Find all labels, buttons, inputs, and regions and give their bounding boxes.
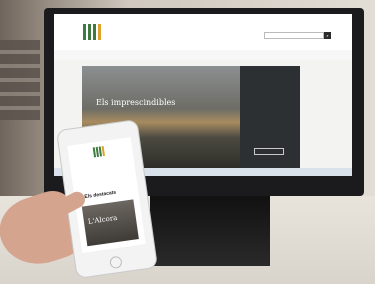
home-button[interactable] (109, 255, 123, 270)
hero-title: Els imprescindibles (96, 98, 176, 107)
monitor-stand (150, 196, 270, 266)
site-navigation (54, 50, 352, 60)
background-stairs (0, 40, 40, 120)
phone-heading: Els destacats (84, 189, 117, 201)
side-panel-button[interactable] (254, 148, 284, 155)
tourism-logo-icon (83, 24, 101, 40)
photo-scene: ⌕ Els imprescindibles Els destacats L'Al… (0, 0, 375, 284)
search-input[interactable] (264, 32, 324, 39)
search-button[interactable]: ⌕ (324, 32, 331, 39)
site-header: ⌕ (54, 14, 352, 50)
hero-side-panel (240, 66, 300, 168)
tourism-logo-icon (92, 145, 105, 158)
